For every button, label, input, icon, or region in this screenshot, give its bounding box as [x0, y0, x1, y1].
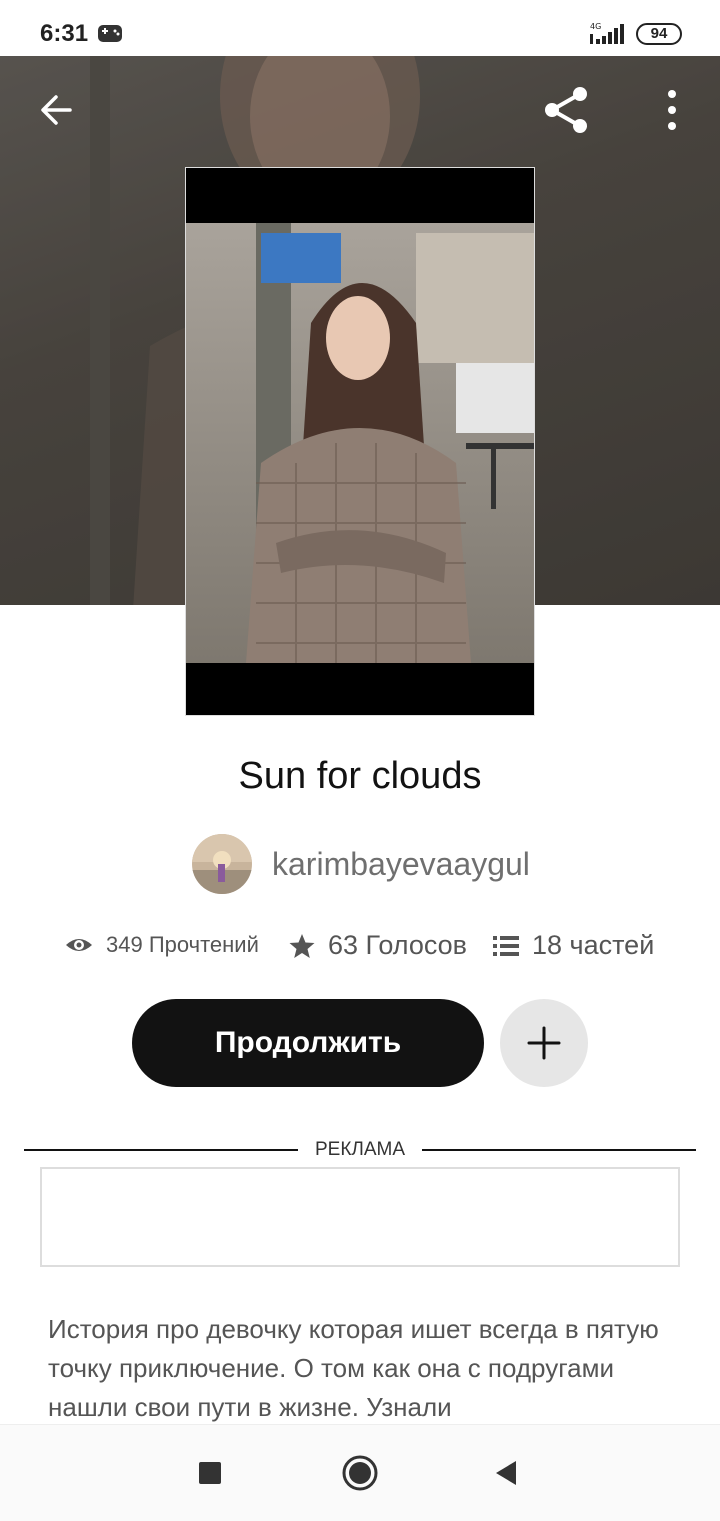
recent-apps-icon[interactable]	[186, 1449, 234, 1497]
votes-count: 63 Голосов	[328, 930, 468, 960]
parts-stat: 18 частей	[492, 930, 654, 961]
ad-divider: РЕКЛАМА	[24, 1138, 696, 1162]
author-name[interactable]: karimbayevaaygul	[272, 846, 530, 883]
eye-icon	[66, 939, 92, 951]
share-icon[interactable]	[540, 82, 596, 138]
author-avatar[interactable]	[192, 834, 252, 894]
author-row[interactable]: karimbayevaaygul	[192, 834, 530, 894]
parts-count: 18 частей	[532, 930, 655, 960]
story-stats: 349 Прочтений 63 Голосов 18 частей	[64, 930, 664, 970]
status-time: 6:31	[40, 20, 89, 47]
reads-count: 349 Прочтений	[106, 932, 259, 957]
network-type: 4G	[590, 22, 601, 31]
ad-slot[interactable]	[40, 1167, 680, 1267]
star-icon	[289, 933, 315, 958]
story-description: История про девочку которая ишет всегда …	[48, 1314, 659, 1422]
battery-indicator: 94	[636, 23, 682, 45]
list-icon	[493, 935, 519, 956]
nav-back-icon[interactable]	[482, 1449, 530, 1497]
continue-reading-button[interactable]: Продолжить	[132, 999, 484, 1087]
signal-icon: 4G	[590, 22, 624, 44]
ad-label: РЕКЛАМА	[314, 1139, 406, 1160]
add-to-library-button[interactable]	[500, 999, 588, 1087]
home-icon[interactable]	[336, 1449, 384, 1497]
story-cover[interactable]	[185, 167, 535, 716]
plus-icon	[527, 1026, 561, 1060]
back-arrow-icon[interactable]	[28, 82, 84, 138]
more-vertical-icon[interactable]	[644, 82, 700, 138]
ad-divider-line-left	[24, 1149, 298, 1151]
story-title: Sun for clouds	[238, 755, 482, 797]
reads-stat: 349 Прочтений	[64, 930, 259, 960]
ad-divider-line-right	[422, 1149, 696, 1151]
status-bar: 6:31 4G 94	[0, 0, 720, 56]
cover-photo	[186, 223, 534, 663]
votes-stat: 63 Голосов	[288, 930, 467, 961]
system-nav-bar	[0, 1424, 720, 1521]
gamepad-icon	[98, 25, 122, 42]
